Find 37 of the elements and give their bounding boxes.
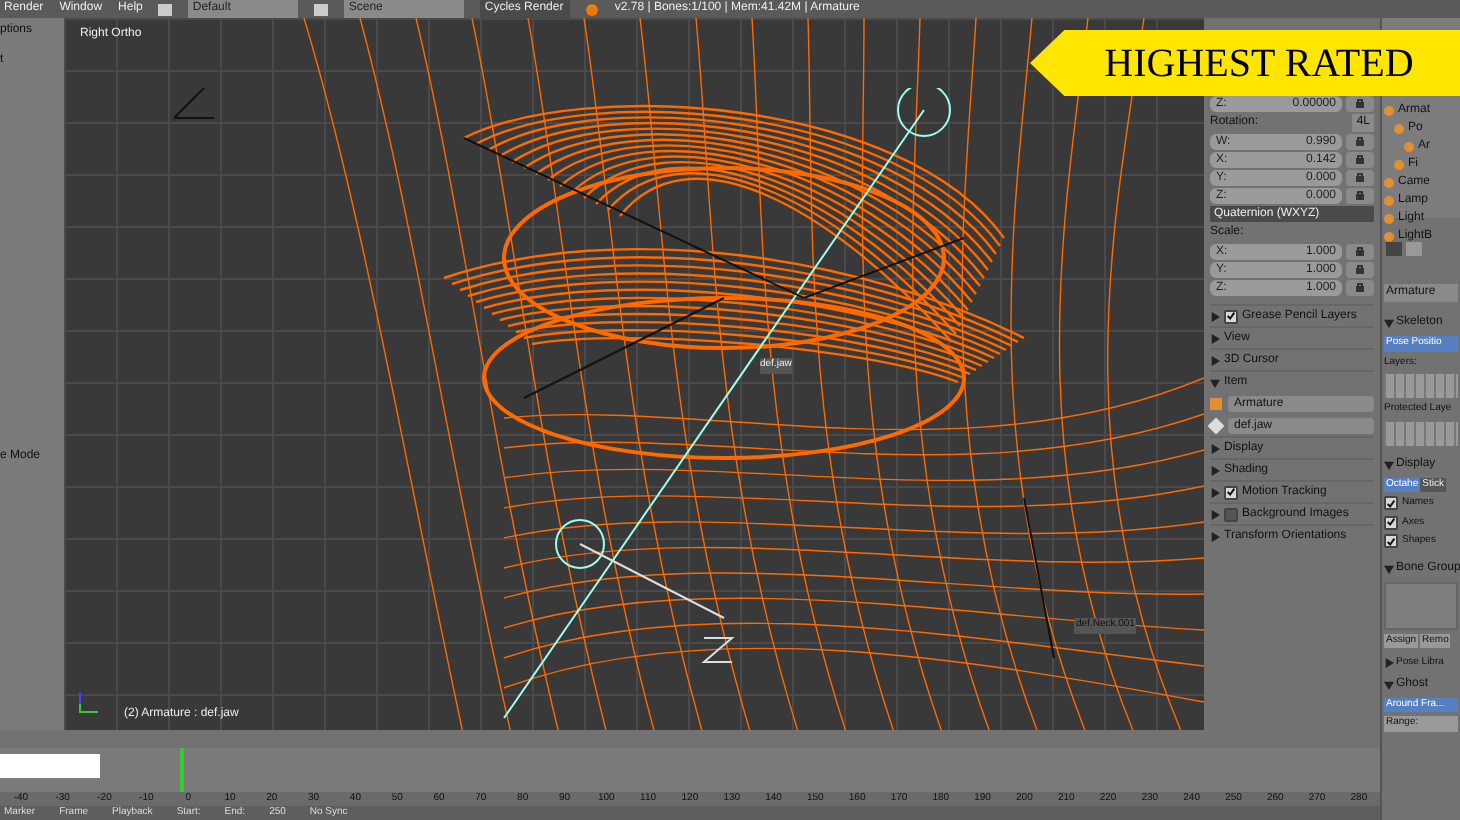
object-icon <box>1210 397 1222 409</box>
lock-icon[interactable] <box>1346 134 1374 150</box>
collapsed-triangle-icon <box>1384 658 1394 669</box>
strip-bar <box>0 754 100 778</box>
checkbox[interactable] <box>1224 309 1238 323</box>
lock-icon[interactable] <box>1346 244 1374 260</box>
collapsed-triangle-icon <box>1210 465 1220 475</box>
expanded-triangle-icon <box>1384 563 1394 573</box>
expanded-triangle-icon <box>1384 679 1394 689</box>
collapsed-triangle-icon <box>1210 531 1220 541</box>
lock-icon[interactable] <box>1346 152 1374 168</box>
collapsed-triangle-icon <box>1210 509 1220 519</box>
lock-icon[interactable] <box>1346 170 1374 186</box>
checkbox[interactable] <box>1384 515 1398 530</box>
scene-icon[interactable] <box>314 3 329 15</box>
checkbox[interactable] <box>1384 496 1398 511</box>
current-frame-marker[interactable] <box>179 748 184 792</box>
axis-gizmo-icon <box>76 690 100 714</box>
expanded-triangle-icon <box>1384 318 1394 328</box>
collapsed-triangle-icon <box>1210 487 1220 497</box>
blender-logo-icon <box>586 3 599 15</box>
layout-icon[interactable] <box>158 3 173 15</box>
lock-icon[interactable] <box>1346 96 1374 112</box>
expanded-triangle-icon <box>1210 377 1220 387</box>
collapsed-triangle-icon <box>1210 311 1220 321</box>
collapsed-triangle-icon <box>1210 355 1220 365</box>
checkbox[interactable] <box>1224 507 1238 521</box>
expanded-triangle-icon <box>1384 459 1394 469</box>
lock-icon[interactable] <box>1346 262 1374 278</box>
checkbox[interactable] <box>1224 485 1238 499</box>
lock-icon[interactable] <box>1346 188 1374 204</box>
collapsed-triangle-icon <box>1210 443 1220 453</box>
lock-icon[interactable] <box>1346 280 1374 296</box>
collapsed-triangle-icon <box>1210 333 1220 343</box>
bone-icon <box>1207 416 1225 434</box>
rating-badge: HIGHEST RATED <box>1030 30 1460 96</box>
checkbox[interactable] <box>1384 534 1398 549</box>
